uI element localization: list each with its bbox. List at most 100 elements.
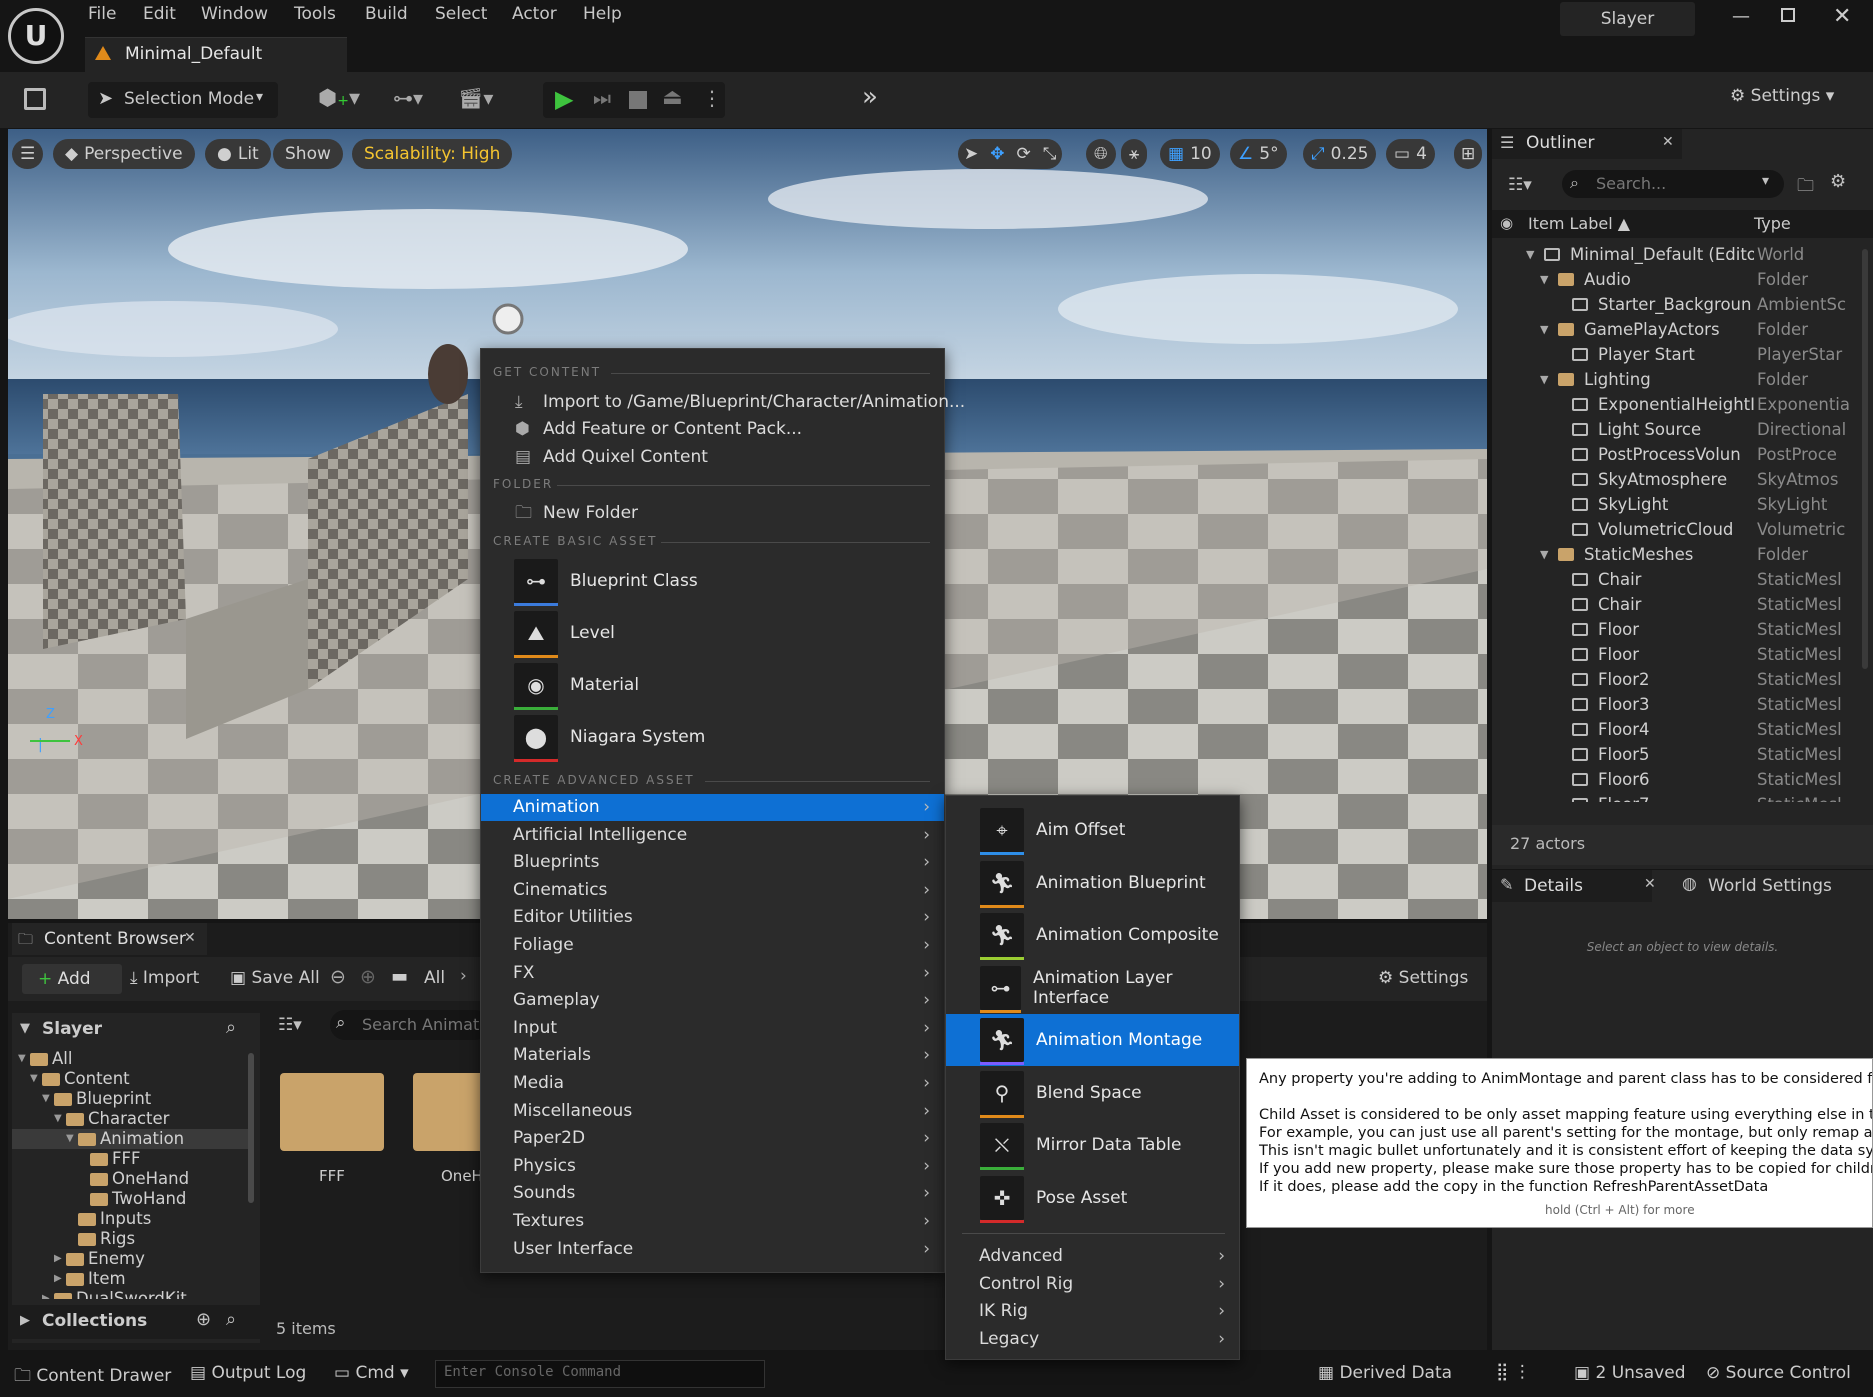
viewport-layout-button[interactable]: ⊞ xyxy=(1454,139,1483,169)
outliner-row[interactable]: ▼ GamePlayActors Folder xyxy=(1492,317,1847,342)
collapse-icon[interactable]: ▼ xyxy=(20,1021,30,1036)
basic-asset-item[interactable]: ⬤ Niagara System xyxy=(481,711,944,763)
animation-more-item[interactable]: IK Rig › xyxy=(946,1298,1239,1325)
camera-speed-button[interactable]: ▭ 4 xyxy=(1386,139,1435,169)
unsaved-button[interactable]: ▣ 2 Unsaved xyxy=(1574,1363,1686,1383)
import-button[interactable]: ⤓ Import xyxy=(130,968,199,988)
outliner-search-input[interactable]: ⌕ Search... ▾ xyxy=(1562,170,1784,198)
animation-asset-item[interactable]: 🏃︎ Animation Blueprint xyxy=(946,857,1239,909)
advanced-category-item[interactable]: Foliage › xyxy=(481,932,944,959)
animation-asset-item[interactable]: ✜ Pose Asset xyxy=(946,1172,1239,1224)
advanced-category-item[interactable]: Editor Utilities › xyxy=(481,904,944,931)
world-settings-tab[interactable]: ◍ World Settings xyxy=(1682,870,1872,902)
outliner-row[interactable]: Floor7StaticMesl xyxy=(1492,792,1847,802)
chevron-right-icon[interactable]: › xyxy=(460,966,467,986)
import-menu-item[interactable]: ⤓ Import to /Game/Blueprint/Character/Ani… xyxy=(481,389,965,416)
collections-row[interactable]: ▶ Collections ⊕ ⌕ xyxy=(12,1305,260,1339)
menu-select[interactable]: Select xyxy=(435,4,487,24)
trace-icon[interactable]: ⣿ ⋮ xyxy=(1496,1362,1531,1382)
expand-arrow-icon[interactable]: ▼ xyxy=(42,1089,50,1109)
outliner-row[interactable]: Chair StaticMesl xyxy=(1492,592,1847,617)
outliner-row[interactable]: Floor StaticMesl xyxy=(1492,617,1847,642)
outliner-row[interactable]: ▼ Minimal_Default (Edito World xyxy=(1492,242,1847,267)
settings-button[interactable]: ⚙ Settings ▾ xyxy=(1730,86,1834,106)
console-input[interactable]: Enter Console Command xyxy=(435,1360,765,1388)
eye-icon[interactable]: ◉ xyxy=(1500,214,1513,232)
stop-icon[interactable] xyxy=(629,91,647,109)
expand-arrow-icon[interactable]: ▼ xyxy=(1540,267,1548,292)
animation-asset-item[interactable]: 🏃︎ Animation Montage xyxy=(946,1014,1239,1066)
menu-help[interactable]: Help xyxy=(583,4,622,24)
folder-tree-item[interactable]: ▼ Blueprint xyxy=(12,1089,248,1109)
scale-icon[interactable]: ⤡ xyxy=(1043,139,1057,169)
menu-file[interactable]: File xyxy=(88,4,116,24)
col-type[interactable]: Type xyxy=(1754,214,1791,233)
folder-tree-item[interactable]: ▶ Item xyxy=(12,1269,248,1289)
move-icon[interactable]: ✥ xyxy=(990,139,1004,169)
outliner-row[interactable]: Starter_Backgroun AmbientSc xyxy=(1492,292,1847,317)
expand-arrow-icon[interactable]: ▼ xyxy=(66,1129,74,1149)
expand-arrow-icon[interactable]: ▼ xyxy=(1540,367,1548,392)
new-folder-menu-item[interactable]: 🗀︎ New Folder xyxy=(481,500,944,527)
advanced-category-item[interactable]: Materials › xyxy=(481,1042,944,1069)
advanced-category-item[interactable]: Input › xyxy=(481,1015,944,1042)
folder-tree-item[interactable]: ▼ Character xyxy=(12,1109,248,1129)
level-tab[interactable]: Minimal_Default xyxy=(85,37,347,72)
animation-asset-item[interactable]: ⚲ Blend Space xyxy=(946,1067,1239,1119)
advanced-category-item[interactable]: Paper2D › xyxy=(481,1125,944,1152)
output-log-button[interactable]: ▤ Output Log xyxy=(190,1363,306,1383)
animation-asset-item[interactable]: ⊶ Animation Layer Interface xyxy=(946,962,1239,1014)
outliner-row[interactable]: Floor4 StaticMesl xyxy=(1492,717,1847,742)
add-actor-icon[interactable]: ⬢+▾ xyxy=(318,86,360,111)
close-icon[interactable]: ✕ xyxy=(1662,134,1674,150)
grid-snap-button[interactable]: ▦ 10 xyxy=(1160,139,1220,169)
outliner-row[interactable]: ▼ StaticMeshes Folder xyxy=(1492,542,1847,567)
maximize-button[interactable] xyxy=(1781,8,1795,22)
folder-tree-item[interactable]: Rigs xyxy=(12,1229,248,1249)
outliner-row[interactable]: SkyAtmosphere SkyAtmos xyxy=(1492,467,1847,492)
world-local-button[interactable]: 🌐︎ xyxy=(1086,139,1116,169)
folder-tree-item[interactable]: ▼ Content xyxy=(12,1069,248,1089)
asset-folder-fff[interactable]: FFF xyxy=(280,1063,384,1193)
folder-tree-item[interactable]: ▶ Enemy xyxy=(12,1249,248,1269)
close-window-button[interactable]: ✕ xyxy=(1833,4,1851,29)
advanced-category-item[interactable]: Media › xyxy=(481,1070,944,1097)
step-icon[interactable]: ⏭ xyxy=(593,86,611,110)
folder-tree-item[interactable]: ▼ All xyxy=(12,1049,248,1069)
outliner-row[interactable]: Floor3 StaticMesl xyxy=(1492,692,1847,717)
viewport-menu-button[interactable]: ☰ xyxy=(12,139,44,169)
outliner-row[interactable]: SkyLight SkyLight xyxy=(1492,492,1847,517)
outliner-row[interactable]: ▼ Lighting Folder xyxy=(1492,367,1847,392)
menu-edit[interactable]: Edit xyxy=(143,4,176,24)
add-quixel-menu-item[interactable]: ▤ Add Quixel Content xyxy=(481,444,944,471)
unreal-logo-icon[interactable]: U xyxy=(8,8,64,64)
add-feature-menu-item[interactable]: ⬢ Add Feature or Content Pack... xyxy=(481,416,944,443)
animation-asset-item[interactable]: ⛌ Mirror Data Table xyxy=(946,1119,1239,1171)
details-tab[interactable]: ✎ Details ✕ xyxy=(1492,870,1656,902)
surface-snap-button[interactable]: ⚹ xyxy=(1121,139,1148,169)
filter-icon[interactable]: ☷▾ xyxy=(1508,175,1532,195)
cinematics-icon[interactable]: 🎬︎▾ xyxy=(458,86,493,110)
outliner-row[interactable]: Floor StaticMesl xyxy=(1492,642,1847,667)
advanced-category-item[interactable]: Physics › xyxy=(481,1153,944,1180)
collapse-arrow-icon[interactable]: ▶ xyxy=(54,1269,62,1289)
save-icon[interactable] xyxy=(24,88,46,110)
menu-actor[interactable]: Actor xyxy=(512,4,557,24)
close-icon[interactable]: ✕ xyxy=(1644,876,1656,892)
add-collection-icon[interactable]: ⊕ xyxy=(196,1309,211,1330)
advanced-category-item[interactable]: Cinematics › xyxy=(481,877,944,904)
menu-window[interactable]: Window xyxy=(201,4,268,24)
lit-button[interactable]: ● Lit xyxy=(205,139,271,169)
folder-tree-item[interactable]: FFF xyxy=(12,1149,248,1169)
scale-snap-button[interactable]: ⤢ 0.25 xyxy=(1303,139,1377,169)
rotation-snap-button[interactable]: ∠ 5° xyxy=(1230,139,1287,169)
basic-asset-item[interactable]: ◉ Material xyxy=(481,659,944,711)
expand-arrow-icon[interactable]: ▼ xyxy=(1540,542,1548,567)
tree-scrollbar[interactable] xyxy=(248,1053,254,1203)
eject-icon[interactable]: ⏏ xyxy=(662,85,683,110)
content-drawer-button[interactable]: 🗀︎ Content Drawer xyxy=(14,1363,171,1392)
advanced-category-item[interactable]: Blueprints › xyxy=(481,849,944,876)
advanced-category-item[interactable]: Sounds › xyxy=(481,1180,944,1207)
rotate-icon[interactable]: ⟳ xyxy=(1017,139,1031,169)
outliner-row[interactable]: Chair StaticMesl xyxy=(1492,567,1847,592)
